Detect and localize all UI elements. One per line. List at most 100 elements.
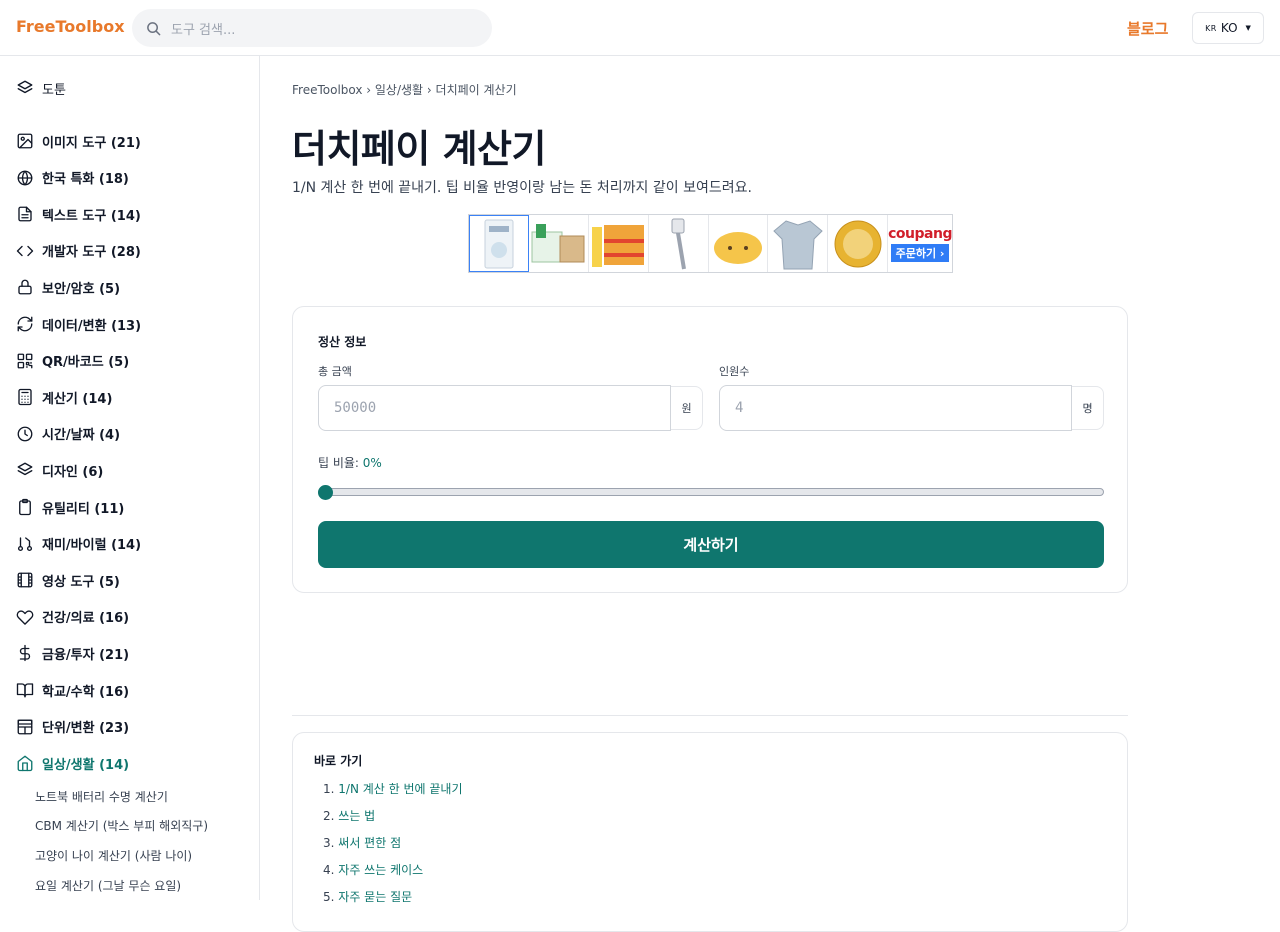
- sidebar-item-qr[interactable]: QR/바코드 (5): [16, 348, 129, 374]
- sidebar-item-label: 텍스트 도구 (14): [42, 208, 141, 224]
- ad-product-image[interactable]: [828, 215, 889, 272]
- page-description: 1/N 계산 한 번에 끝내기. 팁 비율 반영이랑 남는 돈 처리까지 같이 …: [292, 180, 752, 196]
- clipboard-icon: [19, 498, 31, 516]
- tip-slider-track[interactable]: [318, 488, 1104, 496]
- sidebar-item-label: 금융/투자 (21): [42, 647, 130, 663]
- sidebar-item-label: 도툰: [42, 82, 66, 98]
- sidebar-item-security[interactable]: 보안/암호 (5): [16, 274, 120, 300]
- sidebar-item-label: 건강/의료 (16): [42, 611, 130, 627]
- sidebar-item-label: 학교/수학 (16): [42, 684, 130, 700]
- page-title: 더치페이 계산기: [292, 127, 546, 171]
- ad-product-image[interactable]: [649, 215, 709, 272]
- coupang-logo: coupang: [888, 225, 952, 242]
- clock-icon: [17, 426, 33, 442]
- sidebar-item-time[interactable]: 시간/날짜 (4): [16, 421, 120, 447]
- refresh-icon: [17, 316, 33, 332]
- sidebar-item-label: 개발자 도구 (28): [42, 245, 141, 261]
- grid-icon: [17, 719, 33, 735]
- calculate-button[interactable]: 계산하기: [318, 521, 1104, 568]
- book-icon: [16, 683, 34, 698]
- tip-rate-text: 팁 비율:: [318, 456, 363, 470]
- sidebar-item-label: 보안/암호 (5): [42, 281, 121, 297]
- people-count-group: 4 명: [719, 385, 1104, 431]
- toc-number: 5.: [323, 890, 335, 904]
- qr-icon: [17, 353, 33, 369]
- heart-icon: [16, 610, 34, 625]
- ad-banner[interactable]: coupang 주문하기 ›: [468, 214, 953, 273]
- sidebar-item-developer[interactable]: 개발자 도구 (28): [16, 238, 141, 264]
- site-logo[interactable]: FreeToolbox: [16, 17, 125, 36]
- toc-link[interactable]: 자주 쓰는 케이스: [338, 863, 423, 877]
- layers-icon: [17, 80, 33, 94]
- ad-product-image[interactable]: [768, 215, 829, 272]
- sidebar-item-label: 시간/날짜 (4): [42, 428, 121, 444]
- sidebar-item-calculator[interactable]: 계산기 (14): [16, 384, 112, 410]
- ad-product-image[interactable]: [709, 215, 769, 272]
- toc-item[interactable]: 1. 1/N 계산 한 번에 끝내기: [323, 780, 463, 797]
- sidebar-subitem[interactable]: CBM 계산기 (박스 부피 해외직구): [35, 817, 208, 834]
- sidebar-item-school[interactable]: 학교/수학 (16): [16, 677, 129, 703]
- toc-link[interactable]: 자주 묻는 질문: [338, 890, 412, 904]
- calculator-icon: [18, 389, 32, 406]
- ad-product-image[interactable]: [529, 215, 589, 272]
- toc-link[interactable]: 1/N 계산 한 번에 끝내기: [338, 782, 462, 796]
- total-amount-group: 50000 원: [318, 385, 703, 431]
- toc-item[interactable]: 2. 쓰는 법: [323, 807, 375, 824]
- toc-number: 4.: [323, 863, 335, 877]
- total-amount-input[interactable]: 50000: [318, 385, 671, 431]
- home-icon: [17, 755, 33, 772]
- main-content: FreeToolbox › 일상/생활 › 더치페이 계산기 더치페이 계산기 …: [292, 56, 1128, 932]
- sidebar-item-data[interactable]: 데이터/변환 (13): [16, 311, 141, 337]
- sidebar-item-label: 계산기 (14): [42, 391, 113, 407]
- flag-kr-icon: KR: [1205, 23, 1217, 33]
- sidebar-item-finance[interactable]: 금융/투자 (21): [16, 640, 129, 666]
- dollar-icon: [19, 645, 31, 662]
- sidebar-item-health[interactable]: 건강/의료 (16): [16, 604, 129, 630]
- sidebar-item-label: 재미/바이럴 (14): [42, 538, 142, 554]
- toc-item[interactable]: 5. 자주 묻는 질문: [323, 888, 412, 905]
- sidebar-item-label: 이미지 도구 (21): [42, 135, 141, 151]
- language-label: KO: [1220, 21, 1238, 35]
- people-count-input[interactable]: 4: [719, 385, 1072, 431]
- language-select[interactable]: KR KO ▼: [1192, 12, 1264, 44]
- toc-number: 1.: [323, 782, 335, 796]
- currency-unit: 원: [671, 386, 703, 430]
- ad-product-image[interactable]: [469, 215, 529, 272]
- blog-link[interactable]: 블로그: [1127, 18, 1168, 39]
- search-icon: [147, 21, 161, 35]
- sidebar-subitem[interactable]: 고양이 나이 계산기 (사람 나이): [35, 847, 192, 864]
- sidebar-subitem[interactable]: 요일 계산기 (그날 무슨 요일): [35, 877, 181, 894]
- sidebar-item-design[interactable]: 디자인 (6): [16, 457, 103, 483]
- toc-link[interactable]: 써서 편한 점: [338, 836, 401, 850]
- sidebar-item-video[interactable]: 영상 도구 (5): [16, 567, 120, 593]
- sidebar-item-units[interactable]: 단위/변환 (23): [16, 714, 129, 740]
- people-count-label: 인원수: [719, 365, 750, 378]
- top-header: FreeToolbox 도구 검색... 블로그 KR KO ▼: [0, 0, 1280, 56]
- sidebar-item-top[interactable]: 도툰: [16, 75, 66, 101]
- document-icon: [18, 206, 32, 222]
- section-title: 정산 정보: [318, 335, 367, 349]
- sidebar-item-image[interactable]: 이미지 도구 (21): [16, 128, 141, 154]
- ad-brand[interactable]: coupang 주문하기 ›: [888, 215, 952, 272]
- fun-icon: [17, 536, 33, 551]
- ad-product-image[interactable]: [589, 215, 649, 272]
- tip-slider-thumb[interactable]: [318, 485, 333, 500]
- toc-item[interactable]: 3. 써서 편한 점: [323, 834, 401, 851]
- toc-item[interactable]: 4. 자주 쓰는 케이스: [323, 861, 423, 878]
- globe-icon: [17, 170, 33, 186]
- lock-icon: [18, 280, 32, 295]
- sidebar-subitem[interactable]: 노트북 배터리 수명 계산기: [35, 788, 168, 805]
- search-input[interactable]: 도구 검색...: [132, 9, 492, 47]
- order-button[interactable]: 주문하기 ›: [890, 243, 950, 262]
- sidebar-item-korea[interactable]: 한국 특화 (18): [16, 165, 129, 191]
- sidebar-item-label: 한국 특화 (18): [42, 172, 129, 188]
- sidebar-item-utility[interactable]: 유틸리티 (11): [16, 494, 124, 520]
- total-amount-label: 총 금액: [318, 365, 352, 378]
- caret-down-icon: ▼: [1245, 24, 1251, 32]
- sidebar-item-fun[interactable]: 재미/바이럴 (14): [16, 531, 141, 557]
- sidebar-item-label: QR/바코드 (5): [42, 355, 130, 371]
- breadcrumb[interactable]: FreeToolbox › 일상/생활 › 더치페이 계산기: [292, 81, 517, 98]
- sidebar-item-daily-life[interactable]: 일상/생활 (14): [16, 750, 129, 776]
- toc-link[interactable]: 쓰는 법: [338, 809, 375, 823]
- sidebar-item-text[interactable]: 텍스트 도구 (14): [16, 201, 141, 227]
